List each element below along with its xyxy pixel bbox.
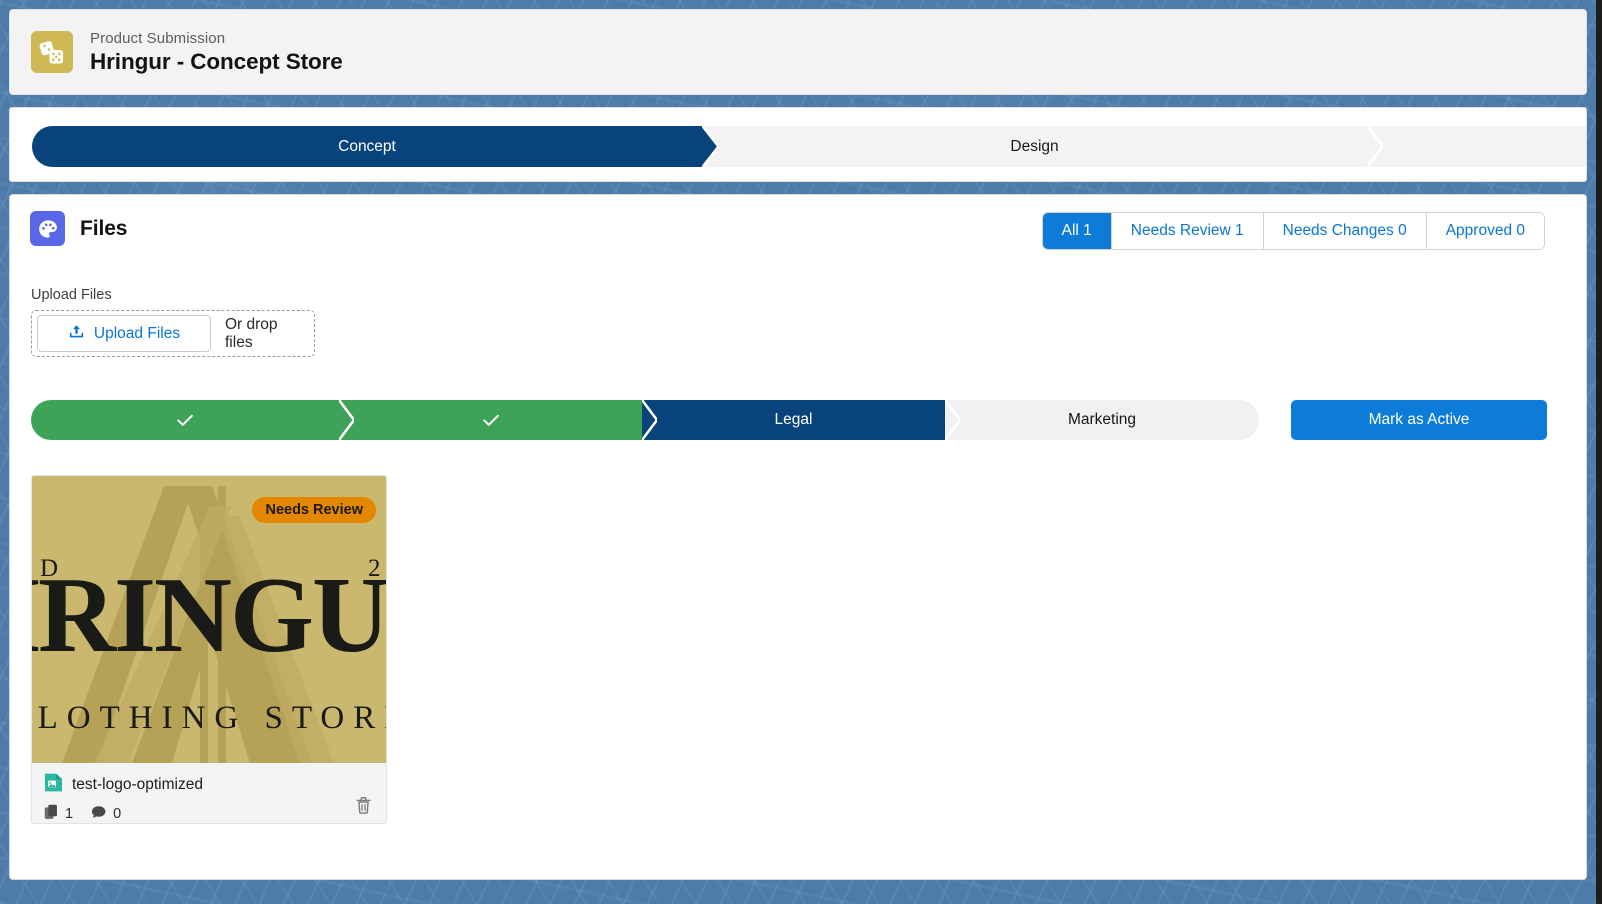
dice-icon — [31, 31, 73, 73]
page-edge — [1596, 0, 1602, 904]
file-thumbnail[interactable]: HRINGUR CLOTHING STORE D 2 Needs Review — [32, 476, 387, 763]
file-stats-row: 1 0 — [44, 804, 374, 824]
check-icon — [177, 414, 193, 426]
review-step-marketing[interactable]: Marketing — [945, 400, 1259, 440]
filter-needs-changes[interactable]: Needs Changes 0 — [1262, 213, 1426, 249]
upload-files-label: Upload Files — [31, 287, 112, 303]
comments-stat: 0 — [91, 805, 121, 824]
file-name-row: test-logo-optimized — [44, 772, 374, 798]
upload-files-button[interactable]: Upload Files — [37, 315, 211, 352]
chevron-notch-icon — [339, 400, 354, 440]
file-card-footer: test-logo-optimized 1 0 — [32, 763, 386, 824]
drop-files-hint: Or drop files — [225, 315, 278, 351]
stage-step-label: Design — [1010, 137, 1059, 155]
mark-as-active-button[interactable]: Mark as Active — [1291, 400, 1547, 440]
copy-icon — [44, 804, 59, 823]
stage-step-design[interactable]: Design — [702, 126, 1383, 167]
record-type-label: Product Submission — [90, 29, 226, 47]
page-title: Hringur - Concept Store — [90, 48, 343, 74]
file-card[interactable]: HRINGUR CLOTHING STORE D 2 Needs Review — [31, 475, 387, 824]
svg-text:CLOTHING STORE: CLOTHING STORE — [32, 700, 387, 736]
check-icon — [482, 414, 499, 426]
file-name: test-logo-optimized — [72, 776, 203, 793]
comments-count: 0 — [113, 806, 122, 822]
filter-needs-review[interactable]: Needs Review 1 — [1110, 213, 1263, 249]
files-header: Files — [30, 211, 127, 246]
chevron-notch-icon — [642, 400, 657, 440]
upload-files-button-label: Upload Files — [93, 324, 181, 342]
review-step-2[interactable] — [339, 400, 657, 440]
review-step-label: Legal — [774, 411, 813, 428]
files-panel: Files All 1 Needs Review 1 Needs Changes… — [9, 194, 1587, 880]
header-text-block: Product Submission Hringur - Concept Sto… — [90, 29, 343, 76]
svg-text:2: 2 — [368, 555, 381, 582]
svg-text:D: D — [40, 555, 58, 582]
files-title: Files — [80, 216, 128, 240]
stage-step-label: Concept — [338, 137, 396, 155]
review-progress-path: Legal Marketing — [31, 400, 1259, 440]
filter-all[interactable]: All 1 — [1042, 213, 1111, 249]
review-step-label: Marketing — [1067, 411, 1137, 428]
stage-path-card: Concept Design — [9, 107, 1587, 182]
app-stage: Product Submission Hringur - Concept Sto… — [0, 0, 1596, 904]
delete-file-button[interactable] — [353, 794, 374, 817]
status-badge: Needs Review — [252, 497, 376, 523]
file-filter-group: All 1 Needs Review 1 Needs Changes 0 App… — [1042, 213, 1544, 249]
versions-stat: 1 — [44, 804, 74, 823]
upload-icon — [68, 323, 85, 345]
review-step-1[interactable] — [31, 400, 354, 440]
stage-step-next[interactable] — [1367, 126, 1586, 167]
chevron-notch-icon — [702, 126, 718, 167]
record-header: Product Submission Hringur - Concept Sto… — [9, 9, 1587, 95]
review-step-legal[interactable]: Legal — [642, 400, 960, 440]
versions-count: 1 — [65, 806, 74, 822]
stage-path: Concept Design — [32, 126, 1586, 167]
comment-icon — [91, 805, 107, 824]
image-file-icon — [44, 772, 63, 798]
svg-text:HRINGUR: HRINGUR — [32, 556, 387, 675]
filter-approved[interactable]: Approved 0 — [1425, 213, 1544, 249]
stage-step-concept[interactable]: Concept — [32, 126, 718, 167]
chevron-notch-icon — [1367, 126, 1383, 167]
trash-icon — [355, 797, 372, 818]
chevron-notch-icon — [945, 400, 960, 440]
file-dropzone[interactable]: Upload Files Or drop files — [31, 310, 315, 357]
palette-icon — [30, 211, 65, 246]
